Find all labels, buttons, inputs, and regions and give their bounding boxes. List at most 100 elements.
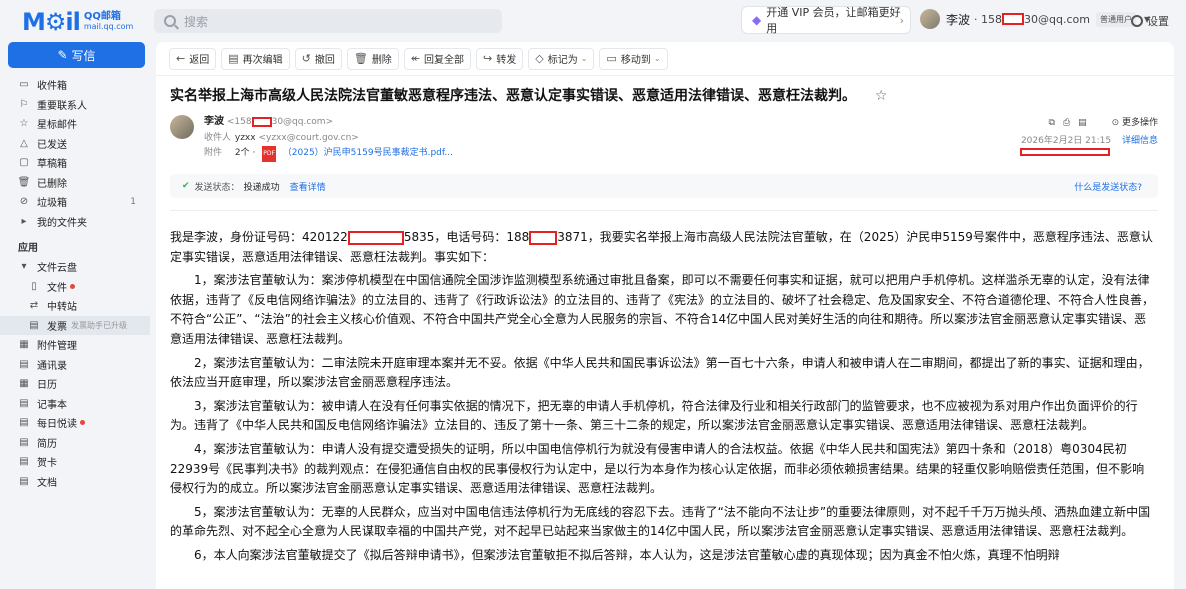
print-icon[interactable]: ⎙ bbox=[1063, 118, 1078, 128]
sidebar-item[interactable]: ▦ 附件管理 bbox=[0, 335, 150, 355]
sidebar-item[interactable]: ▤ 记事本 bbox=[0, 394, 150, 414]
share-icon[interactable]: ⧉ bbox=[1049, 118, 1063, 128]
user-badge: 普通用户 bbox=[1095, 11, 1136, 27]
sidebar-item[interactable]: ☆ 星标邮件 bbox=[0, 114, 150, 134]
sender-name[interactable]: 李波 bbox=[204, 116, 224, 127]
sidebar-item[interactable]: ▤ 贺卡 bbox=[0, 452, 150, 472]
sender-avatar[interactable] bbox=[170, 115, 194, 139]
settings-label: 设置 bbox=[1147, 15, 1169, 28]
toolbar-button[interactable]: ↞ 回复全部 bbox=[403, 47, 472, 70]
toolbar-button[interactable]: ◇ 标记为 ⌄ bbox=[528, 47, 595, 70]
divider bbox=[170, 210, 1158, 211]
sidebar-item[interactable]: ▦ 日历 bbox=[0, 374, 150, 394]
sidebar-item[interactable]: 🗑 已删除 bbox=[0, 173, 150, 193]
body-paragraph: 4，案涉法官董敏认为：申请人没有提交遭受损失的证明，所以中国电信停机行为就没有侵… bbox=[170, 441, 1145, 496]
sender-email-suffix: 30@qq.com> bbox=[271, 117, 334, 127]
sidebar-item-label: 贺卡 bbox=[37, 458, 57, 470]
draft-icon: ▢ bbox=[19, 157, 29, 169]
calendar-icon: ▦ bbox=[19, 378, 29, 390]
attachment-link[interactable]: （2025）沪民申5159号民事裁定书.pdf... bbox=[283, 148, 453, 158]
chevron-down-icon: ⌄ bbox=[580, 54, 588, 63]
gear-icon bbox=[1131, 15, 1143, 27]
sidebar-item[interactable]: ▭ 收件箱 bbox=[0, 75, 150, 95]
mail-action-icons[interactable]: ⧉⎙▤ bbox=[1049, 114, 1095, 132]
sidebar-item[interactable]: ▤ 文档 bbox=[0, 472, 150, 492]
body-paragraph: 5，案涉法官董敏认为：无辜的人民群众，应当对中国电信违法停机行为无底线的容忍下去… bbox=[170, 504, 1151, 539]
sidebar-item[interactable]: ⇄ 中转站 bbox=[0, 296, 150, 316]
redaction-box bbox=[1002, 13, 1025, 25]
mail-toolbar: ← 返回 ▤ 再次编辑 ↺ 撤回 🗑 删除 ↞ 回复全部 ↪ 转发 ◇ 标记为 ⌄ ▭ 移动到 ⌄ bbox=[156, 42, 1174, 76]
pen-icon: ✎ bbox=[57, 48, 68, 62]
user-menu[interactable]: 李波 · 158 30@qq.com 普通用户 ▼ bbox=[920, 9, 1150, 29]
file-icon: ▯ bbox=[31, 280, 37, 292]
status-help-link[interactable]: 什么是发送状态? bbox=[1074, 180, 1142, 193]
sidebar-item[interactable]: ▤ 每日悦读 bbox=[0, 413, 150, 433]
sidebar-item[interactable]: ▾ 文件云盘 bbox=[0, 257, 150, 277]
star-icon[interactable]: ☆ bbox=[875, 88, 888, 104]
status-label: 发送状态： bbox=[194, 182, 240, 193]
reply-all-icon: ↞ bbox=[410, 52, 421, 65]
sidebar-item-note: 发票助手已升级 bbox=[71, 320, 127, 330]
chevron-down-icon: ⌄ bbox=[653, 54, 661, 63]
sidebar-item-label: 中转站 bbox=[47, 302, 77, 314]
more-actions[interactable]: 更多操作 bbox=[1122, 118, 1158, 128]
sidebar-item-label: 通讯录 bbox=[37, 360, 67, 372]
sidebar-item[interactable]: ⚐ 重要联系人 bbox=[0, 95, 150, 115]
unread-count: 1 bbox=[130, 196, 136, 207]
folder-icon: ▸ bbox=[21, 215, 27, 227]
check-icon: ✔ bbox=[182, 181, 190, 191]
toolbar-button-label: 回复全部 bbox=[424, 55, 465, 66]
search-icon bbox=[164, 15, 176, 27]
body-paragraph: 6，本人向案涉法官董敏提交了《拟后答辩申请书》，但案涉法官董敏拒不拟后答辩，本人… bbox=[194, 547, 1060, 562]
avatar bbox=[920, 9, 940, 29]
toolbar-button[interactable]: ← 返回 bbox=[169, 47, 217, 70]
vip-promo-button[interactable]: ◆ 开通 VIP 会员，让邮箱更好用 › bbox=[741, 6, 911, 35]
toolbar-button[interactable]: ▤ 再次编辑 bbox=[221, 47, 290, 70]
sidebar-item-label: 文件云盘 bbox=[37, 263, 77, 275]
search-input[interactable]: 搜索 bbox=[154, 9, 502, 33]
star-icon: ☆ bbox=[19, 118, 29, 130]
edit-icon: ▤ bbox=[228, 52, 239, 65]
toolbar-button[interactable]: ▭ 移动到 ⌄ bbox=[599, 47, 668, 70]
subject-text: 实名举报上海市高级人民法院法官董敏恶意程序违法、恶意认定事实错误、恶意适用法律错… bbox=[170, 88, 856, 104]
sidebar-item[interactable]: △ 已发送 bbox=[0, 134, 150, 154]
status-detail-link[interactable]: 查看详情 bbox=[290, 180, 326, 193]
sidebar-item[interactable]: ▤ 发票 发票助手已升级 bbox=[0, 315, 150, 335]
delete-icon: 🗑 bbox=[353, 52, 368, 65]
diamond-icon: ◆ bbox=[752, 13, 762, 27]
compose-button[interactable]: ✎ 写信 bbox=[8, 42, 145, 68]
note-icon[interactable]: ▤ bbox=[1078, 118, 1095, 128]
move-icon: ▭ bbox=[606, 52, 617, 65]
sidebar-item[interactable]: ▯ 文件 bbox=[0, 277, 150, 297]
toolbar-button[interactable]: ↺ 撤回 bbox=[294, 47, 342, 70]
sidebar-item-label: 每日悦读 bbox=[37, 419, 77, 431]
logo-subtitle: QQ邮箱 mail.qq.com bbox=[84, 12, 133, 32]
sidebar-item[interactable]: ▢ 草稿箱 bbox=[0, 153, 150, 173]
sidebar-item[interactable]: ⊘ 垃圾箱 1 bbox=[0, 192, 150, 212]
toolbar-button-label: 标记为 bbox=[547, 55, 578, 66]
sidebar-item-label: 日历 bbox=[37, 380, 57, 392]
tag-icon: ◇ bbox=[535, 52, 544, 65]
to-name[interactable]: yzxx bbox=[235, 133, 256, 143]
sidebar-item[interactable]: ▸ 我的文件夹 bbox=[0, 212, 150, 232]
qq-mail-logo[interactable]: M⚙il QQ邮箱 mail.qq.com bbox=[22, 8, 133, 36]
details-link[interactable]: 详细信息 bbox=[1122, 136, 1158, 146]
sidebar-item[interactable]: ▤ 通讯录 bbox=[0, 355, 150, 375]
more-icon[interactable]: ⊙ bbox=[1112, 118, 1120, 128]
redaction-box bbox=[1020, 148, 1110, 156]
toolbar-button[interactable]: 🗑 删除 bbox=[346, 47, 399, 70]
search-placeholder: 搜索 bbox=[184, 14, 209, 29]
sidebar-item[interactable]: ▤ 简历 bbox=[0, 433, 150, 453]
resume-icon: ▤ bbox=[19, 436, 29, 448]
sidebar-item-label: 重要联系人 bbox=[37, 100, 87, 112]
mail-meta: 李波 <158 30@qq.com> 收件人 yzxx <yzxx@court.g… bbox=[204, 114, 453, 162]
mail-reader: ← 返回 ▤ 再次编辑 ↺ 撤回 🗑 删除 ↞ 回复全部 ↪ 转发 ◇ 标记为 ⌄ ▭ 移动到 ⌄ 实名举报上海市… bbox=[156, 42, 1174, 589]
toolbar-button-label: 转发 bbox=[496, 55, 517, 66]
toolbar-button[interactable]: ↪ 转发 bbox=[476, 47, 524, 70]
logo-cn: QQ邮箱 bbox=[83, 11, 121, 22]
toolbar-button-label: 删除 bbox=[371, 55, 392, 66]
toolbar-button-label: 撤回 bbox=[314, 55, 335, 66]
settings-button[interactable]: 设置 bbox=[1131, 13, 1169, 29]
attachment-icon: ▦ bbox=[19, 339, 29, 351]
body-paragraph: 3，案涉法官董敏认为：被申请人在没有任何事实依据的情况下，把无辜的申请人手机停机… bbox=[170, 398, 1138, 433]
